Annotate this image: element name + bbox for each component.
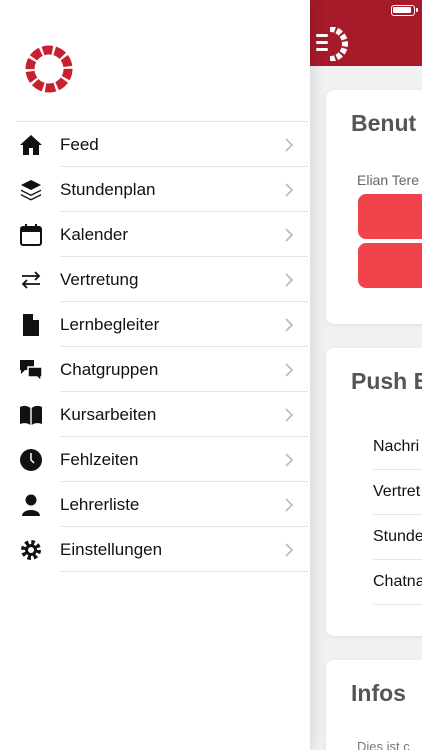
menu-item-label: Kalender	[60, 224, 129, 244]
menu-item-stundenplan[interactable]: Stundenplan	[16, 167, 308, 212]
menu-item-label: Stundenplan	[60, 179, 156, 199]
person-icon	[16, 490, 46, 520]
school-logo-icon	[25, 45, 73, 93]
swap-arrows-icon	[16, 265, 46, 295]
chevron-right-icon	[282, 316, 296, 334]
info-text: Dies ist c	[357, 739, 410, 750]
menu-item-lernbegleiter[interactable]: Lernbegleiter	[16, 302, 308, 347]
menu-item-fehlzeiten[interactable]: Fehlzeiten	[16, 437, 308, 482]
calendar-icon	[16, 220, 46, 250]
menu-item-kalender[interactable]: Kalender	[16, 212, 308, 257]
chevron-right-icon	[282, 181, 296, 199]
home-icon	[16, 130, 46, 160]
menu-item-label: Kursarbeiten	[60, 404, 157, 424]
side-drawer: Feed Stundenplan Kalender Vertretung Ler…	[0, 0, 310, 750]
layers-icon	[16, 175, 46, 205]
push-row-chatnachrichten[interactable]: Chatna	[373, 560, 422, 605]
chevron-right-icon	[282, 451, 296, 469]
menu-item-label: Vertretung	[60, 269, 139, 289]
chat-bubbles-icon	[16, 355, 46, 385]
chevron-right-icon	[282, 136, 296, 154]
clock-icon	[16, 445, 46, 475]
push-row-vertretung[interactable]: Vertret	[373, 470, 422, 515]
user-card: Benut Elian Tere	[326, 90, 422, 324]
menu-item-label: Lernbegleiter	[60, 314, 160, 334]
push-row-stundenplan[interactable]: Stunde	[373, 515, 422, 560]
book-icon	[16, 400, 46, 430]
drawer-menu: Feed Stundenplan Kalender Vertretung Ler…	[16, 121, 308, 572]
battery-icon	[391, 5, 418, 16]
menu-item-vertretung[interactable]: Vertretung	[16, 257, 308, 302]
chevron-right-icon	[282, 361, 296, 379]
app-header	[310, 0, 422, 66]
info-card-title: Infos	[351, 680, 406, 706]
menu-item-chatgruppen[interactable]: Chatgruppen	[16, 347, 308, 392]
chevron-right-icon	[282, 406, 296, 424]
app-logo-icon[interactable]	[316, 27, 348, 61]
chevron-right-icon	[282, 541, 296, 559]
menu-item-label: Feed	[60, 134, 99, 154]
document-icon	[16, 310, 46, 340]
gear-icon	[16, 535, 46, 565]
menu-item-label: Lehrerliste	[60, 494, 140, 514]
menu-item-feed[interactable]: Feed	[16, 122, 308, 167]
user-name: Elian Tere	[357, 172, 420, 188]
menu-item-label: Fehlzeiten	[60, 449, 139, 469]
menu-item-kursarbeiten[interactable]: Kursarbeiten	[16, 392, 308, 437]
menu-item-einstellungen[interactable]: Einstellungen	[16, 527, 308, 572]
red-action-button-2[interactable]	[358, 243, 422, 288]
menu-item-label: Chatgruppen	[60, 359, 159, 379]
push-card: Push B Nachri Vertret Stunde Chatna	[326, 348, 422, 636]
main-content: Benut Elian Tere Push B Nachri Vertret S…	[310, 0, 422, 750]
chevron-right-icon	[282, 226, 296, 244]
user-card-title: Benut	[351, 110, 417, 136]
chevron-right-icon	[282, 271, 296, 289]
info-card: Infos Dies ist c	[326, 660, 422, 750]
chevron-right-icon	[282, 496, 296, 514]
menu-item-label: Einstellungen	[60, 539, 163, 559]
menu-item-lehrerliste[interactable]: Lehrerliste	[16, 482, 308, 527]
push-row-nachrichten[interactable]: Nachri	[373, 425, 422, 470]
push-card-title: Push B	[351, 368, 422, 394]
red-action-button-1[interactable]	[358, 194, 422, 239]
